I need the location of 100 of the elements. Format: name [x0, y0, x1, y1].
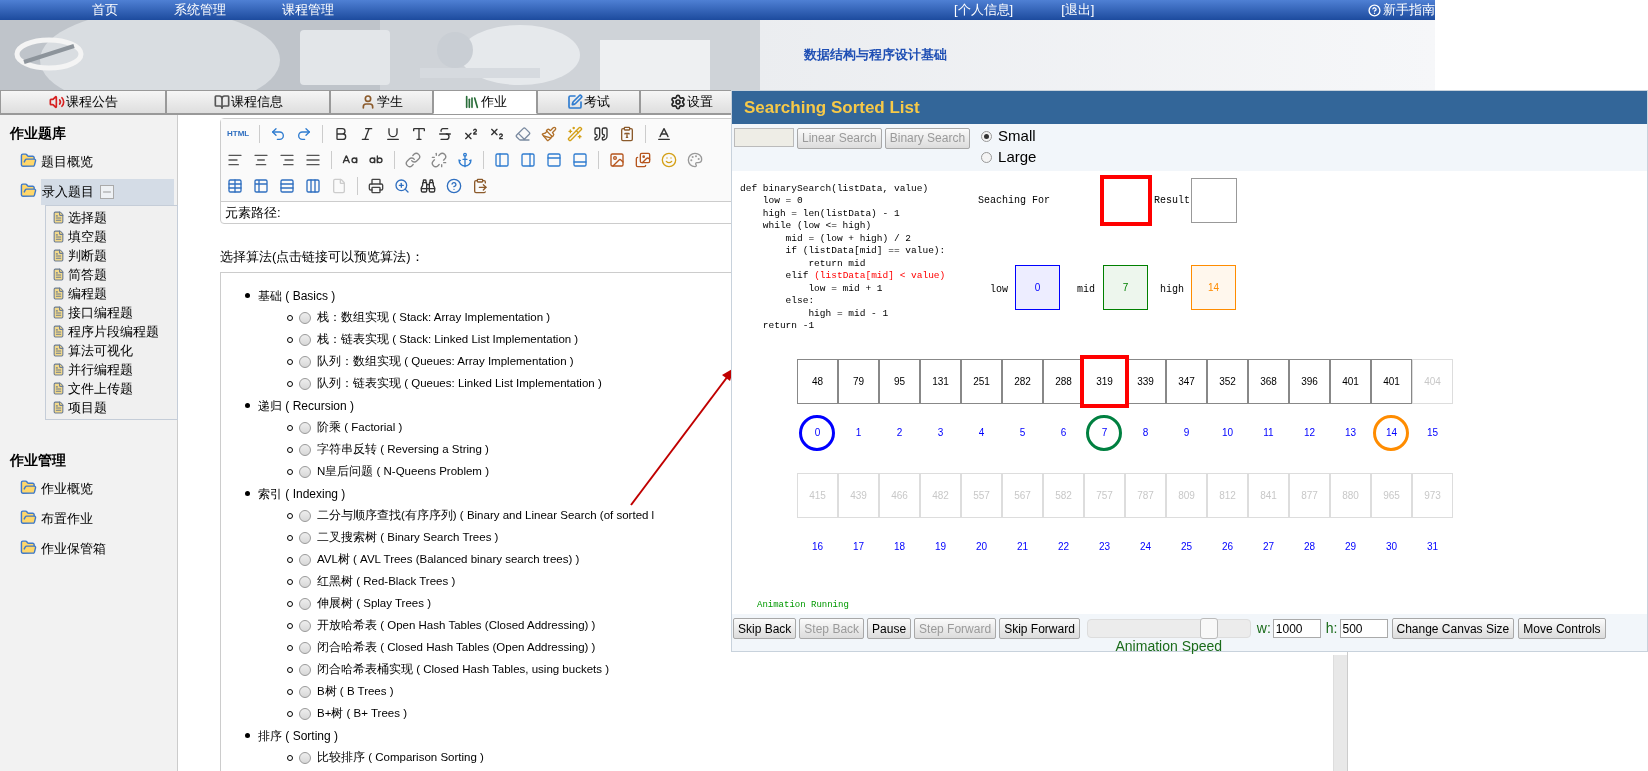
nav-link[interactable]: 课程管理	[282, 0, 334, 20]
index-label: 6	[1060, 426, 1067, 441]
help-link[interactable]: 新手指南	[1383, 0, 1435, 20]
index-label: 8	[1142, 426, 1149, 441]
label: Result	[1154, 193, 1190, 208]
algorithm-option[interactable]: N皇后问题 ( N-Queens Problem )	[317, 462, 489, 481]
algorithm-option[interactable]: 红黑树 ( Red-Black Trees )	[317, 572, 456, 591]
label: high	[1160, 282, 1184, 297]
index-label: 0	[814, 426, 821, 441]
index-label: 9	[1183, 426, 1190, 441]
sidebar-item[interactable]: 作业保管箱	[41, 536, 106, 562]
index-label: 3	[937, 426, 944, 441]
button[interactable]: Skip Forward	[999, 618, 1080, 639]
index-label: 4	[978, 426, 985, 441]
algorithm-option[interactable]: 闭合哈希表桶实现 ( Closed Hash Tables, using buckets )	[317, 660, 610, 679]
nav-link[interactable]: 系统管理	[174, 0, 226, 20]
algorithm-option[interactable]: 队列：链表实现 ( Queues: Linked List Implementation )	[317, 374, 602, 393]
button[interactable]: Pause	[867, 618, 912, 639]
index-label: 2	[896, 426, 903, 441]
algorithm-option[interactable]: 栈：数组实现 ( Stack: Array Implementation )	[317, 308, 551, 327]
button[interactable]: Move Controls	[1518, 618, 1606, 639]
sidebar-subitem[interactable]: 选择题	[68, 207, 107, 228]
array-cell: 48	[797, 358, 838, 404]
algorithm-option[interactable]: 比较排序 ( Comparison Sorting )	[317, 748, 484, 767]
window-title: Searching Sorted List	[744, 96, 920, 119]
sidebar-item[interactable]: 布置作业	[41, 506, 93, 532]
tab[interactable]: 作业	[433, 90, 537, 114]
nav-link[interactable]: [个人信息]	[954, 0, 1014, 20]
code-line: while (low <= high)	[761, 220, 873, 233]
sidebar-item[interactable]: 录入题目	[41, 179, 174, 205]
tab[interactable]: 学生	[330, 90, 433, 114]
radio-label: Large	[998, 147, 1037, 168]
code-line: else:	[784, 295, 816, 308]
index-label: 13	[1344, 426, 1357, 441]
array-cell: 347	[1166, 358, 1207, 404]
index-label: 12	[1303, 426, 1316, 441]
tab[interactable]: 课程信息	[166, 90, 330, 114]
nav-link[interactable]: 首页	[92, 0, 118, 20]
array-cell: 396	[1289, 358, 1330, 404]
tab[interactable]: 考试	[537, 90, 640, 114]
index-label: 24	[1139, 540, 1152, 555]
picker-label: 选择算法(点击链接可以预览算法)：	[220, 248, 424, 266]
sidebar-subitem[interactable]: 文件上传题	[68, 378, 133, 399]
code-line: low = 0	[761, 195, 804, 208]
code-line: def binarySearch(listData, value)	[740, 182, 930, 196]
algorithm-option[interactable]: 二分与顺序查找(有序序列) ( Binary and Linear Search (of sorted l	[317, 506, 655, 525]
index-label: 1	[855, 426, 862, 441]
status-text: Animation Running	[757, 598, 849, 612]
sidebar-subitem[interactable]: 简答题	[68, 264, 107, 285]
radio-label: Small	[998, 126, 1036, 147]
algorithm-option[interactable]: B树 ( B Trees )	[317, 682, 394, 701]
algorithm-option[interactable]: 队列：数组实现 ( Queues: Array Implementation )	[317, 352, 574, 371]
sidebar-subitem[interactable]: 编程题	[68, 283, 107, 304]
algorithm-option[interactable]: B+树 ( B+ Trees )	[317, 704, 407, 723]
array-cell: 319	[1080, 354, 1129, 408]
sidebar-subitem[interactable]: 算法可视化	[68, 340, 133, 361]
index-label: 30	[1385, 540, 1398, 555]
nav-link[interactable]: [退出]	[1061, 0, 1095, 20]
sidebar-subitem[interactable]: 判断题	[68, 245, 107, 266]
sidebar-heading: 作业题库	[8, 123, 67, 143]
algorithm-option[interactable]: 伸展树 ( Splay Trees )	[317, 594, 431, 613]
sidebar-item[interactable]: 题目概览	[41, 149, 93, 175]
sidebar-heading: 作业管理	[8, 450, 67, 470]
sidebar-subitem[interactable]: 项目题	[68, 397, 107, 418]
array-cell: 401	[1330, 358, 1371, 404]
sidebar-subitem[interactable]: 程序片段编程题	[68, 321, 159, 342]
slider-label: Animation Speed	[1115, 638, 1223, 654]
index-label: 19	[934, 540, 947, 555]
code-line: elif (listData[mid] < value)	[784, 270, 946, 283]
index-label: 11	[1263, 426, 1274, 441]
sidebar-subitem[interactable]: 接口编程题	[68, 302, 133, 323]
size-field[interactable]: 500	[1339, 619, 1388, 638]
index-label: 28	[1303, 540, 1316, 555]
pointer-value: 7	[1122, 280, 1129, 295]
size-field[interactable]: 1000	[1272, 619, 1321, 638]
index-label: 27	[1262, 540, 1275, 555]
index-label: 25	[1180, 540, 1193, 555]
code-line: if (listData[mid] == value):	[784, 245, 946, 258]
algorithm-option[interactable]: 开放哈希表 ( Open Hash Tables (Closed Addressing) )	[317, 616, 596, 635]
label: mid	[1077, 282, 1095, 297]
pointer-value: 14	[1207, 280, 1220, 295]
button[interactable]: Change Canvas Size	[1391, 618, 1515, 639]
algorithm-option[interactable]: 阶乘 ( Factorial )	[317, 418, 403, 437]
label: Seaching For	[978, 193, 1050, 208]
tab[interactable]: 课程公告	[0, 90, 166, 114]
algorithm-option[interactable]: 闭合哈希表 ( Closed Hash Tables (Open Addressing) )	[317, 638, 596, 657]
index-label: 7	[1101, 426, 1108, 441]
algorithm-option[interactable]: 栈：链表实现 ( Stack: Linked List Implementation )	[317, 330, 579, 349]
index-label: 20	[975, 540, 988, 555]
sidebar-subitem[interactable]: 并行编程题	[68, 359, 133, 380]
algorithm-option[interactable]: 字符串反转 ( Reversing a String )	[317, 440, 489, 459]
button[interactable]: Skip Back	[733, 618, 797, 639]
html-source-button[interactable]: HTML	[227, 128, 250, 140]
index-label: 31	[1426, 540, 1439, 555]
algorithm-option[interactable]: AVL树 ( AVL Trees (Balanced binary search trees) )	[317, 550, 580, 569]
category-label: 索引 ( Indexing )	[258, 485, 346, 503]
algorithm-option[interactable]: 二叉搜索树 ( Binary Search Trees )	[317, 528, 499, 547]
sidebar-subitem[interactable]: 填空题	[68, 226, 107, 247]
sidebar-item[interactable]: 作业概览	[41, 476, 93, 502]
index-label: 10	[1221, 426, 1234, 441]
